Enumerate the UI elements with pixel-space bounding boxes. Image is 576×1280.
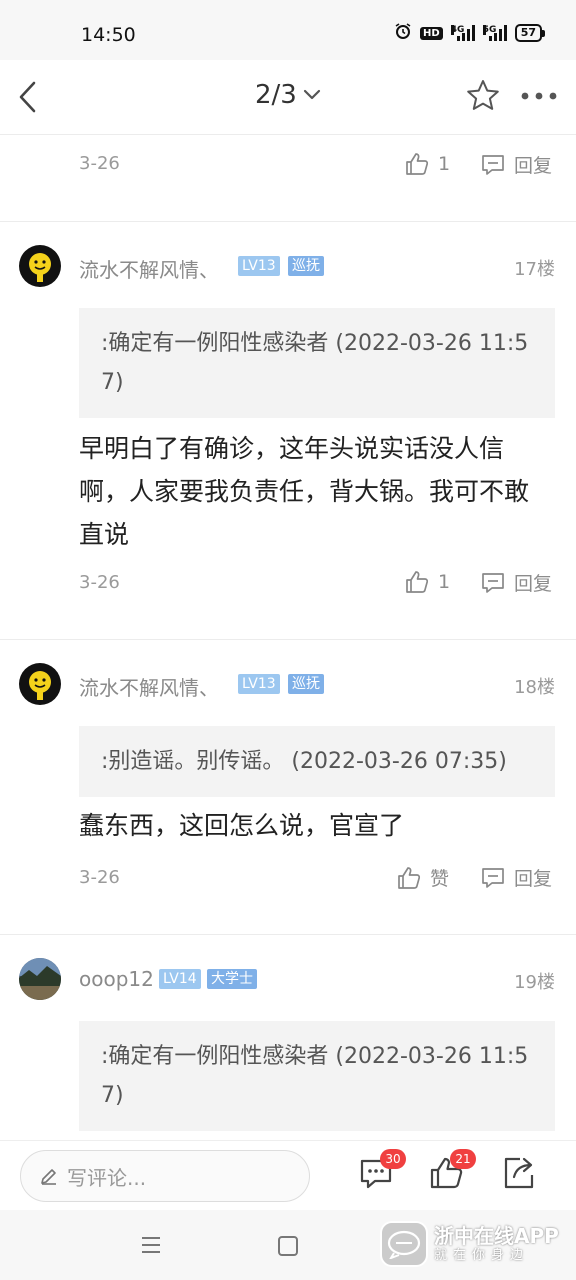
more-dots-icon	[521, 92, 557, 100]
comment-item: 3-26 1 回复	[0, 135, 576, 222]
avatar-image	[19, 663, 61, 705]
status-icons: HD 4G 5G 57	[394, 22, 546, 44]
page-indicator: 2/3	[255, 80, 297, 110]
comment-date: 3-26	[79, 572, 120, 593]
username[interactable]: 流水不解风情、	[79, 672, 219, 701]
quoted-comment[interactable]: :确定有一例阳性感染者 (2022-03-26 11:57)	[79, 308, 555, 418]
avatar-image	[19, 245, 61, 287]
avatar-image	[19, 958, 61, 1000]
share-icon	[504, 1157, 534, 1189]
thumbs-up-icon	[406, 571, 429, 593]
recent-apps-button[interactable]	[140, 1234, 162, 1256]
thumbs-up-icon	[406, 153, 429, 175]
role-badge: 巡抚	[288, 256, 324, 276]
username[interactable]: 流水不解风情、	[79, 254, 219, 283]
avatar[interactable]	[19, 958, 61, 1000]
watermark: 浙中在线APP 就在你身边	[380, 1218, 566, 1270]
role-badge: 巡抚	[288, 674, 324, 694]
like-button[interactable]: 1	[404, 569, 450, 595]
alarm-icon	[394, 22, 412, 44]
comment-placeholder: 写评论...	[67, 1165, 147, 1190]
pencil-icon	[41, 1169, 56, 1185]
like-label: 赞	[430, 868, 450, 890]
like-count: 1	[438, 153, 451, 175]
avatar[interactable]	[19, 663, 61, 705]
comment-date: 3-26	[79, 867, 120, 888]
bottom-action-bar: 写评论... 30 21	[0, 1140, 576, 1210]
quoted-comment[interactable]: :确定有一例阳性感染者 (2022-03-26 11:57)	[79, 1021, 555, 1131]
role-badge: 大学士	[207, 969, 257, 989]
floor-number: 19楼	[514, 972, 555, 993]
chevron-down-icon	[303, 89, 320, 100]
reply-label: 回复	[514, 155, 553, 177]
comment-item: ooop12 LV14 大学士 19楼 :确定有一例阳性感染者 (2022-03…	[0, 935, 576, 1140]
status-time: 14:50	[81, 24, 136, 46]
like-button[interactable]: 赞	[396, 864, 449, 891]
speech-bubble-logo-icon	[387, 1230, 421, 1259]
favorite-button[interactable]	[465, 78, 501, 114]
home-button[interactable]	[278, 1236, 298, 1256]
like-post-button[interactable]: 21	[428, 1149, 476, 1195]
comment-count-badge: 30	[380, 1149, 406, 1169]
like-button[interactable]: 1	[404, 151, 450, 177]
comment-bubble-icon	[482, 572, 504, 593]
watermark-title: 浙中在线APP	[434, 1224, 559, 1248]
thumbs-up-icon	[398, 866, 421, 889]
system-nav-bar: 浙中在线APP 就在你身边	[0, 1210, 576, 1280]
signal-5g-label: 5G	[482, 25, 497, 35]
reply-button[interactable]: 回复	[480, 864, 552, 891]
comment-bubble-icon	[482, 154, 504, 175]
watermark-logo	[380, 1221, 428, 1267]
comment-input[interactable]: 写评论...	[20, 1150, 310, 1202]
menu-lines-icon	[142, 1237, 160, 1253]
avatar[interactable]	[19, 245, 61, 287]
star-icon	[467, 80, 499, 110]
chevron-left-icon	[19, 81, 36, 113]
comment-date: 3-26	[79, 153, 120, 174]
more-button[interactable]	[519, 86, 559, 106]
reply-button[interactable]: 回复	[480, 151, 552, 178]
reply-label: 回复	[514, 573, 553, 595]
like-count-badge: 21	[450, 1149, 476, 1169]
signal-4g-label: 4G	[450, 25, 465, 35]
level-badge: LV14	[159, 969, 201, 989]
like-count: 1	[438, 571, 451, 593]
comment-item: 流水不解风情、 LV13 巡抚 17楼 :确定有一例阳性感染者 (2022-03…	[0, 222, 576, 640]
signal-4g-icon: 4G	[450, 25, 475, 41]
reply-button[interactable]: 回复	[480, 569, 552, 596]
level-badge: LV13	[238, 256, 280, 276]
hd-icon: HD	[420, 26, 443, 40]
floor-number: 18楼	[514, 677, 555, 698]
comment-list[interactable]: 3-26 1 回复 流水不解风情、 LV13 巡抚 17楼 :确定有一例阳性感染…	[0, 135, 576, 1140]
quoted-comment[interactable]: :别造谣。别传谣。 (2022-03-26 07:35)	[79, 726, 555, 797]
comment-body: 早明白了有确诊，这年头说实话没人信啊，人家要我负责任，背大锅。我可不敢直说	[79, 434, 530, 549]
comment-body: 蠢东西，这回怎么说，官宣了	[79, 811, 405, 840]
battery-icon: 57	[514, 24, 546, 42]
signal-5g-icon: 5G	[482, 25, 507, 41]
comments-button[interactable]: 30	[358, 1149, 406, 1195]
watermark-text: 浙中在线APP 就在你身边	[434, 1224, 559, 1264]
level-badge: LV13	[238, 674, 280, 694]
floor-number: 17楼	[514, 259, 555, 280]
reply-label: 回复	[514, 868, 553, 890]
top-nav-bar: 2/3	[0, 60, 576, 135]
watermark-subtitle: 就在你身边	[434, 1248, 530, 1263]
page-selector[interactable]: 2/3	[255, 80, 321, 110]
status-bar: 14:50 HD 4G 5G 57	[0, 0, 576, 60]
back-button[interactable]	[14, 79, 46, 115]
share-button[interactable]	[500, 1155, 540, 1195]
username[interactable]: ooop12	[79, 967, 154, 991]
comment-bubble-icon	[482, 867, 504, 888]
comment-item: 流水不解风情、 LV13 巡抚 18楼 :别造谣。别传谣。 (2022-03-2…	[0, 640, 576, 935]
